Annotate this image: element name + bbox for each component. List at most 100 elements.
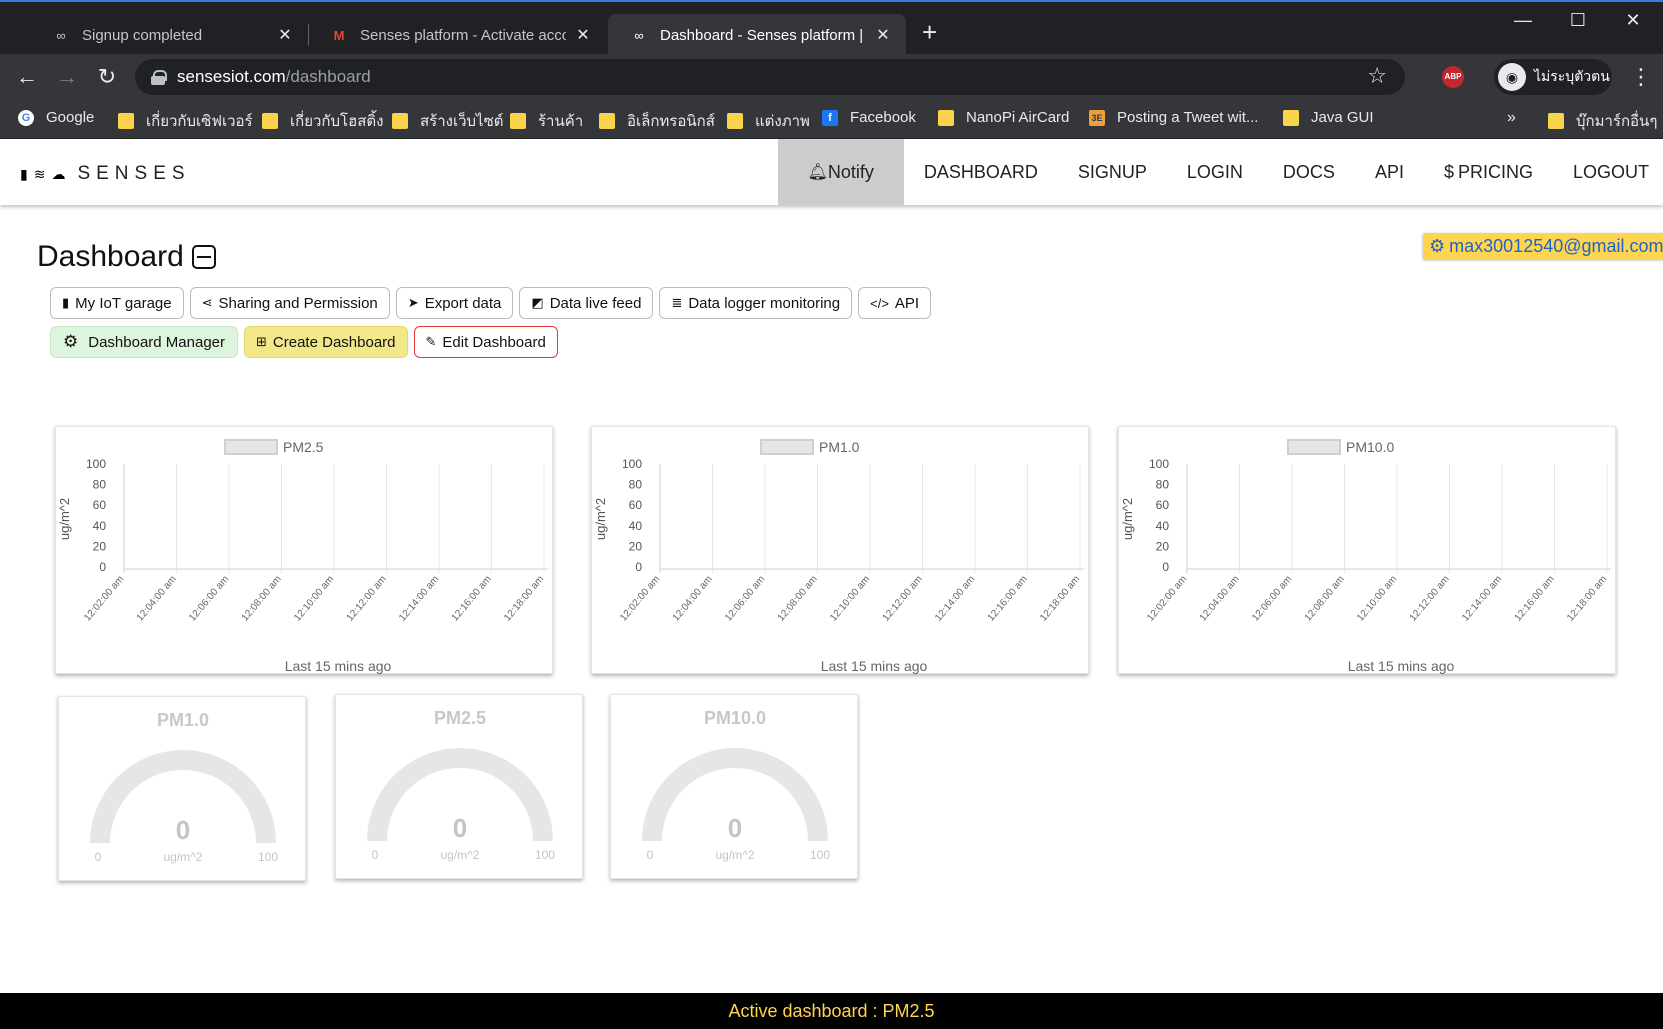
nav-signup[interactable]: SIGNUP bbox=[1058, 139, 1167, 205]
code-icon: </> bbox=[870, 295, 889, 311]
browser-tab-gmail[interactable]: M Senses platform - Activate accou ✕ bbox=[308, 14, 606, 56]
active-dashboard-footer: Active dashboard : PM2.5 bbox=[0, 993, 1663, 1029]
gauge-value: 0 bbox=[453, 813, 467, 843]
close-icon[interactable]: ✕ bbox=[874, 25, 892, 45]
site-navbar: ▮ ≋ ☁ SENSES 🔔︎ Notify DASHBOARD SIGNUP L… bbox=[0, 139, 1663, 205]
user-badge[interactable]: ⚙ max30012540@gmail.com bbox=[1423, 233, 1663, 259]
bookmark-folder[interactable]: อิเล็กทรอนิกส์ bbox=[599, 109, 715, 133]
database-icon: ≣ bbox=[671, 295, 683, 310]
x-tick-label: 12:12:00 am bbox=[345, 574, 389, 624]
api-button[interactable]: </> API bbox=[858, 287, 932, 319]
gauge-title: PM1.0 bbox=[157, 710, 209, 730]
gauge-value: 0 bbox=[176, 815, 190, 845]
bell-icon: 🔔︎ bbox=[807, 164, 828, 181]
minimize-icon[interactable]: — bbox=[1503, 10, 1543, 31]
nav-api[interactable]: API bbox=[1355, 139, 1424, 205]
bookmarks-overflow-button[interactable]: » bbox=[1507, 109, 1516, 127]
star-icon[interactable]: ☆ bbox=[1367, 63, 1387, 89]
y-tick-label: 20 bbox=[93, 539, 107, 553]
x-tick-label: 12:14:00 am bbox=[397, 574, 441, 624]
x-tick-label: 12:14:00 am bbox=[1460, 574, 1504, 624]
bookmark-folder[interactable]: NanoPi AirCard bbox=[938, 109, 1069, 126]
nav-docs[interactable]: DOCS bbox=[1263, 139, 1355, 205]
page-title: Dashboard bbox=[37, 240, 216, 274]
bookmark-facebook[interactable]: f Facebook bbox=[822, 109, 916, 126]
legend-swatch bbox=[224, 439, 278, 455]
incognito-profile[interactable]: ◉ ไม่ระบุตัวตน bbox=[1494, 59, 1612, 95]
maximize-icon[interactable]: ☐ bbox=[1558, 10, 1598, 31]
legend-label: PM1.0 bbox=[819, 439, 860, 455]
x-tick-label: 12:16:00 am bbox=[1513, 574, 1557, 624]
gauge: PM1.0 0 ug/m^2 0 100 bbox=[90, 710, 278, 864]
x-tick-label: 12:08:00 am bbox=[240, 574, 284, 624]
gear-icon: ⚙ bbox=[1429, 235, 1446, 256]
forward-icon[interactable]: → bbox=[52, 62, 82, 92]
my-iot-garage-button[interactable]: ▮ My IoT garage bbox=[50, 287, 184, 319]
x-tick-label: 12:18:00 am bbox=[1038, 574, 1082, 624]
bookmark-folder[interactable]: เกี่ยวกับเซิฟเวอร์ bbox=[118, 109, 253, 133]
nav-login[interactable]: LOGIN bbox=[1167, 139, 1263, 205]
folder-icon bbox=[938, 109, 954, 126]
bookmark-folder[interactable]: ร้านค้า bbox=[510, 109, 583, 133]
nav-notify[interactable]: 🔔︎ Notify bbox=[777, 139, 904, 205]
back-icon[interactable]: ← bbox=[12, 62, 42, 92]
x-tick-label: 12:08:00 am bbox=[776, 574, 820, 624]
export-data-button[interactable]: ➤ Export data bbox=[395, 287, 514, 319]
create-dashboard-button[interactable]: ⊞ Create Dashboard bbox=[244, 326, 408, 358]
nav-logout[interactable]: LOGOUT bbox=[1553, 139, 1663, 205]
gauge-card-pm10: PM1.0 0 ug/m^2 0 100 bbox=[58, 696, 306, 881]
y-tick-label: 20 bbox=[1156, 539, 1170, 553]
sharing-permission-button[interactable]: ⋖ Sharing and Permission bbox=[189, 287, 390, 319]
device-icon: ▮ bbox=[20, 165, 28, 182]
bookmark-tweet[interactable]: 3E Posting a Tweet wit... bbox=[1089, 109, 1258, 126]
legend-label: PM10.0 bbox=[1346, 439, 1394, 455]
site-icon: 3E bbox=[1089, 109, 1105, 126]
data-live-feed-button[interactable]: ◩ Data live feed bbox=[519, 287, 654, 319]
adblock-icon[interactable]: ABP bbox=[1442, 66, 1464, 88]
gauge-card-pm25: PM2.5 0 ug/m^2 0 100 bbox=[335, 694, 583, 879]
bookmark-folder[interactable]: แต่งภาพ bbox=[727, 109, 810, 133]
y-tick-label: 60 bbox=[93, 498, 107, 512]
line-chart: PM1.002040608010012:02:00 am 12:04:00 am 1… bbox=[593, 439, 1084, 674]
address-bar[interactable]: sensesiot.com/dashboard ☆ bbox=[135, 59, 1405, 95]
nav-pricing[interactable]: $ PRICING bbox=[1424, 139, 1553, 205]
new-tab-button[interactable]: + bbox=[922, 18, 937, 46]
browser-tab-bar: ∞ Signup completed ✕ M Senses platform -… bbox=[0, 0, 1663, 56]
close-window-icon[interactable]: ✕ bbox=[1613, 10, 1653, 31]
gauge-max-label: 100 bbox=[535, 848, 555, 862]
collapse-icon[interactable] bbox=[191, 245, 216, 269]
browser-tab-signup[interactable]: ∞ Signup completed ✕ bbox=[30, 14, 308, 56]
menu-dots-icon[interactable]: ⋮ bbox=[1630, 62, 1652, 92]
bookmark-google[interactable]: G Google bbox=[18, 109, 94, 126]
bookmarks-bar: G Google เกี่ยวกับเซิฟเวอร์ เกี่ยวกับโฮสต… bbox=[0, 101, 1663, 139]
close-icon[interactable]: ✕ bbox=[276, 25, 294, 45]
line-chart: PM10.0 0 20 40 60 80 100 12:02:00 am 12:04:00 am… bbox=[1120, 439, 1611, 674]
folder-icon bbox=[727, 113, 743, 129]
gear-icon: ⚙ bbox=[63, 332, 79, 351]
browser-tab-dashboard[interactable]: ∞ Dashboard - Senses platform | In ✕ bbox=[608, 14, 906, 56]
x-tick-label: 12:06:00 am bbox=[1250, 574, 1294, 624]
dashboard-manager-button[interactable]: ⚙ Dashboard Manager bbox=[50, 326, 239, 358]
bookmark-folder[interactable]: เกี่ยวกับโฮสติ้ง bbox=[262, 109, 383, 133]
bookmark-folder[interactable]: สร้างเว็บไซต์ bbox=[392, 109, 504, 133]
folder-icon bbox=[599, 113, 615, 129]
y-tick-label: 0 bbox=[635, 560, 642, 574]
y-tick-label: 100 bbox=[1149, 457, 1169, 471]
folder-icon bbox=[262, 113, 278, 129]
send-icon: ➤ bbox=[407, 295, 419, 310]
facebook-icon: f bbox=[822, 109, 838, 126]
nav-dashboard[interactable]: DASHBOARD bbox=[904, 139, 1058, 205]
bookmark-folder[interactable]: Java GUI bbox=[1283, 109, 1374, 126]
gauge-min-label: 0 bbox=[95, 850, 102, 864]
gauge-card-pm100: PM10.0 0 ug/m^2 0 100 bbox=[610, 694, 858, 879]
site-logo[interactable]: ▮ ≋ ☁ SENSES bbox=[20, 163, 191, 185]
infinity-icon: ∞ bbox=[634, 27, 644, 43]
x-tick-label: 12:12:00 am bbox=[881, 574, 925, 624]
close-icon[interactable]: ✕ bbox=[574, 25, 592, 45]
other-bookmarks[interactable]: บุ๊กมาร์กอื่นๆ bbox=[1548, 109, 1657, 133]
x-tick-label: 12:16:00 am bbox=[450, 574, 494, 624]
reload-icon[interactable]: ↻ bbox=[92, 62, 122, 92]
folder-icon bbox=[1283, 109, 1299, 126]
data-logger-monitoring-button[interactable]: ≣ Data logger monitoring bbox=[659, 287, 853, 319]
edit-dashboard-button[interactable]: ✎ Edit Dashboard bbox=[413, 326, 558, 358]
